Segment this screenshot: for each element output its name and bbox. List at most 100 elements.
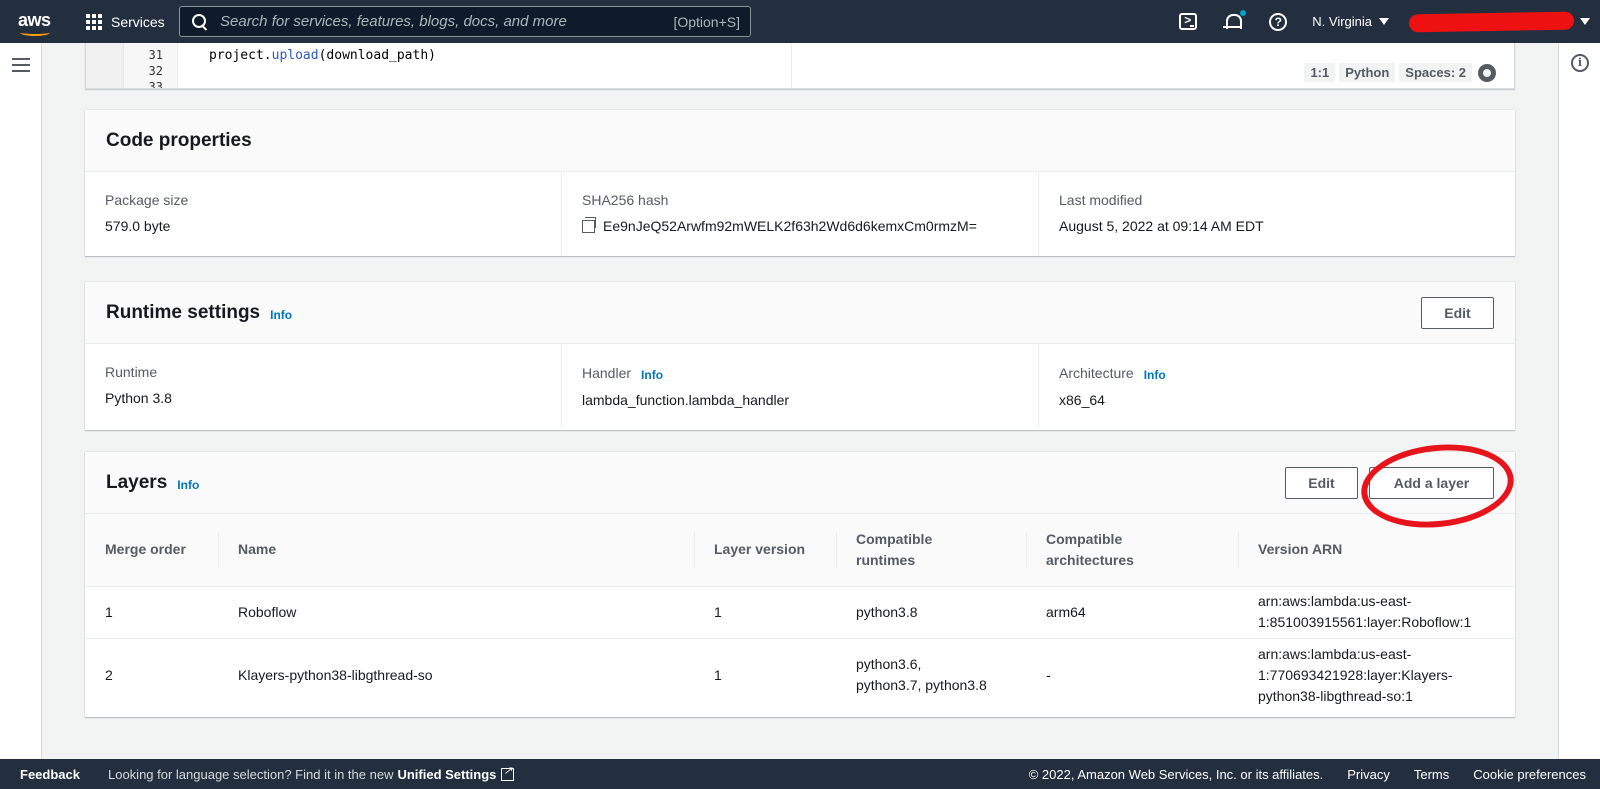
left-side-rail: [0, 43, 42, 759]
grid-icon: [86, 13, 102, 30]
gear-icon[interactable]: [1478, 63, 1496, 82]
top-navigation: aws Services [Option+S] ? N. Virginia: [0, 0, 1600, 43]
column-header-layer-version[interactable]: Layer version: [694, 514, 836, 587]
language-notice: Looking for language selection? Find it …: [108, 764, 515, 782]
edit-runtime-button[interactable]: Edit: [1421, 297, 1494, 329]
layers-panel: Layers Info Edit Add a layer Merge order…: [85, 452, 1515, 717]
handler-info-link[interactable]: Info: [641, 368, 663, 382]
arn-text: 1:770693421928:layer:Klayers-: [1258, 666, 1453, 683]
runtime-settings-panel: Runtime settings Info Edit Runtime Pytho…: [85, 282, 1515, 430]
chevron-down-icon: [1379, 18, 1389, 25]
search-bar[interactable]: [Option+S]: [179, 6, 751, 37]
code-token: project.: [209, 48, 272, 63]
code-token: (download_path): [318, 48, 436, 63]
info-link[interactable]: Info: [177, 478, 199, 492]
last-modified-value: August 5, 2022 at 09:14 AM EDT: [1059, 218, 1264, 234]
cell-name: Klayers-python38-libgthread-so: [238, 666, 433, 683]
column-header-compatible-architectures[interactable]: Compatible architectures: [1026, 514, 1238, 587]
sha-hash-column: SHA256 hash Ee9nJeQ52Arwfm92mWELK2f63h2W…: [561, 172, 1038, 256]
runtime-text: python3.7, python3.8: [856, 677, 987, 694]
layers-table: Merge order Name Layer version Compatibl…: [85, 514, 1515, 712]
column-header-version-arn[interactable]: Version ARN: [1238, 514, 1515, 587]
cell-layer-version: 1: [694, 586, 836, 639]
panel-header: Code properties: [85, 110, 1515, 172]
external-link-icon[interactable]: [501, 764, 515, 781]
arn-text: arn:aws:lambda:us-east-: [1258, 645, 1412, 662]
last-modified-label: Last modified: [1059, 192, 1143, 208]
sha-hash-value-row: Ee9nJeQ52Arwfm92mWELK2f63h2Wd6d6kemxCm0r…: [582, 216, 1018, 234]
code-properties-panel: Code properties Package size 579.0 byte …: [85, 110, 1515, 256]
panel-header: Runtime settings Info Edit: [85, 282, 1515, 344]
terms-link[interactable]: Terms: [1414, 767, 1449, 782]
architecture-info-link[interactable]: Info: [1144, 368, 1166, 382]
search-input[interactable]: [220, 13, 650, 30]
account-chevron-down-icon[interactable]: [1580, 18, 1590, 25]
cell-version-arn: arn:aws:lambda:us-east- 1:770693421928:l…: [1238, 638, 1515, 712]
cell-merge-order: 2: [105, 666, 113, 683]
column-header-label: Merge order: [105, 541, 186, 558]
cell-architectures: -: [1046, 666, 1051, 683]
nav-right-group: ? N. Virginia: [1166, 0, 1600, 43]
cell-merge-order: 1: [85, 586, 218, 639]
column-header-merge-order[interactable]: Merge order: [85, 514, 218, 587]
table-row: 1 Roboflow 1 python3.8 arm64 arn:aws:lam…: [85, 586, 1515, 639]
runtime-value: Python 3.8: [105, 390, 172, 406]
code-editor[interactable]: 31 32 33 project.upload(download_path) 1…: [85, 43, 1515, 89]
hamburger-menu-icon[interactable]: [12, 58, 30, 72]
handler-value: lambda_function.lambda_handler: [582, 392, 790, 408]
arn-text: arn:aws:lambda:us-east-: [1258, 593, 1412, 609]
feedback-link[interactable]: Feedback: [20, 767, 80, 782]
panel-title: Layers: [106, 471, 168, 493]
notification-dot: [1240, 9, 1247, 16]
column-header-label: Version ARN: [1258, 541, 1343, 558]
account-menu-redacted[interactable]: [1408, 11, 1575, 32]
privacy-link[interactable]: Privacy: [1347, 767, 1390, 782]
cell-runtimes: python3.8: [836, 586, 1026, 639]
aws-logo[interactable]: aws: [18, 6, 54, 38]
column-header-name[interactable]: Name: [218, 514, 694, 587]
cookie-preferences-link[interactable]: Cookie preferences: [1473, 767, 1586, 782]
footer-links: © 2022, Amazon Web Services, Inc. or its…: [1029, 767, 1600, 782]
language-mode[interactable]: Python: [1339, 63, 1396, 82]
architecture-label-row: Architecture Info: [1059, 364, 1495, 382]
aws-logo-text: aws: [18, 9, 51, 30]
fold-column: [86, 43, 124, 88]
region-selector[interactable]: N. Virginia: [1312, 14, 1389, 29]
search-shortcut-hint: [Option+S]: [673, 13, 740, 30]
column-header-compatible-runtimes[interactable]: Compatible runtimes: [836, 514, 1026, 587]
line-number: 32: [148, 64, 163, 78]
panel-header: Layers Info Edit Add a layer: [85, 452, 1515, 514]
arn-text: 1:851003915561:layer:Roboflow:1: [1258, 614, 1472, 630]
editor-status-bar: 1:1 Python Spaces: 2: [1300, 63, 1496, 82]
info-link[interactable]: Info: [270, 308, 292, 322]
notifications-bell-icon[interactable]: [1223, 9, 1247, 32]
handler-column: Handler Info lambda_function.lambda_handl…: [561, 344, 1038, 428]
help-icon[interactable]: ?: [1269, 12, 1288, 31]
cursor-position: 1:1: [1304, 63, 1336, 82]
cloudshell-icon[interactable]: [1179, 13, 1198, 30]
cell-name: Roboflow: [218, 586, 694, 639]
arn-text: python38-libgthread-so:1: [1258, 687, 1413, 704]
properties-columns: Package size 579.0 byte SHA256 hash Ee9n…: [85, 172, 1515, 256]
last-modified-column: Last modified August 5, 2022 at 09:14 AM…: [1038, 172, 1515, 256]
code-line[interactable]: project.upload(download_path): [209, 48, 436, 63]
panel-title: Runtime settings: [106, 301, 261, 323]
unified-settings-link[interactable]: Unified Settings: [397, 767, 496, 782]
architecture-column: Architecture Info x86_64: [1038, 344, 1515, 428]
line-number: 33: [148, 80, 163, 89]
runtime-column: Runtime Python 3.8: [85, 344, 561, 428]
edit-layers-button[interactable]: Edit: [1285, 467, 1358, 499]
runtime-columns: Runtime Python 3.8 Handler Info lambda_fu…: [85, 344, 1515, 428]
indent-setting[interactable]: Spaces: 2: [1399, 63, 1472, 82]
runtime-text: python3.6,: [856, 656, 922, 673]
info-panel-icon[interactable]: i: [1571, 54, 1589, 72]
search-icon: [192, 13, 208, 30]
copy-icon[interactable]: [582, 216, 596, 233]
code-token-function: upload: [271, 48, 319, 63]
editor-gutter: 31 32 33: [86, 43, 178, 89]
add-layer-button[interactable]: Add a layer: [1369, 467, 1494, 499]
footer-bar: Feedback Looking for language selection?…: [0, 759, 1600, 789]
handler-label: Handler: [582, 365, 632, 381]
services-menu-button[interactable]: Services: [86, 13, 165, 30]
cell-layer-version: 1: [714, 666, 722, 683]
